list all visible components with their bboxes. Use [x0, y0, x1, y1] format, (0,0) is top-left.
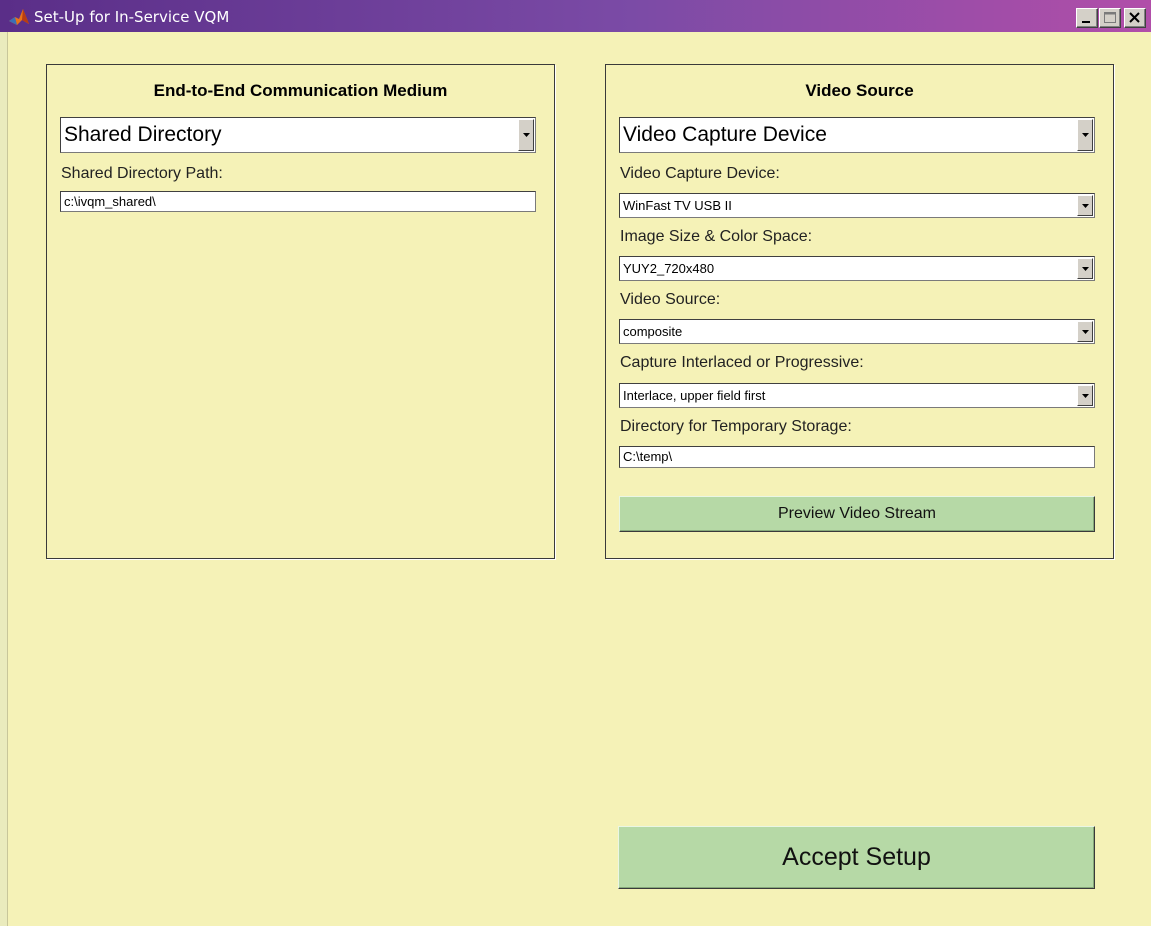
minimize-icon [1082, 21, 1090, 23]
title-bar[interactable]: Set-Up for In-Service VQM [0, 0, 1151, 32]
medium-select-value: Shared Directory [64, 123, 222, 146]
panel-title: End-to-End Communication Medium [153, 81, 448, 100]
medium-select[interactable]: Shared Directory [60, 117, 536, 153]
chevron-down-icon [1082, 393, 1089, 398]
maximize-icon [1104, 12, 1116, 23]
size-label: Image Size & Color Space: [620, 228, 813, 245]
dropdown-arrow-button[interactable] [1077, 385, 1093, 406]
window-title: Set-Up for In-Service VQM [34, 8, 230, 26]
preview-video-stream-button[interactable]: Preview Video Stream [619, 496, 1095, 532]
chevron-down-icon [523, 133, 530, 137]
window-edge [0, 32, 8, 926]
close-icon [1129, 12, 1140, 23]
chevron-down-icon [1082, 329, 1089, 334]
temp-directory-input[interactable]: C:\temp\ [619, 446, 1095, 468]
minimize-button[interactable] [1076, 8, 1098, 28]
chevron-down-icon [1082, 266, 1089, 271]
chevron-down-icon [1082, 203, 1089, 208]
close-button[interactable] [1124, 8, 1146, 28]
image-size-select[interactable]: YUY2_720x480 [619, 256, 1095, 281]
communication-medium-panel: End-to-End Communication Medium Shared D… [46, 64, 555, 559]
capture-device-value: WinFast TV USB II [623, 198, 732, 213]
chevron-down-icon [1082, 133, 1089, 137]
video-source-label: Video Source: [620, 291, 721, 308]
path-label: Shared Directory Path: [61, 165, 223, 182]
video-source-select[interactable]: composite [619, 319, 1095, 344]
source-select[interactable]: Video Capture Device [619, 117, 1095, 153]
dropdown-arrow-button[interactable] [518, 119, 534, 151]
interlace-select[interactable]: Interlace, upper field first [619, 383, 1095, 408]
capture-device-select[interactable]: WinFast TV USB II [619, 193, 1095, 218]
dropdown-arrow-button[interactable] [1077, 258, 1093, 279]
video-source-value: composite [623, 324, 683, 339]
panel-title: Video Source [805, 81, 914, 100]
device-label: Video Capture Device: [620, 165, 780, 182]
interlace-label: Capture Interlaced or Progressive: [620, 354, 864, 371]
accept-setup-button[interactable]: Accept Setup [618, 826, 1095, 889]
dropdown-arrow-button[interactable] [1077, 195, 1093, 216]
image-size-value: YUY2_720x480 [623, 261, 715, 276]
video-source-panel: Video Source Video Capture Device Video … [605, 64, 1114, 559]
temp-dir-label: Directory for Temporary Storage: [620, 418, 852, 435]
source-select-value: Video Capture Device [623, 123, 827, 146]
maximize-button[interactable] [1099, 8, 1121, 28]
matlab-logo-icon [8, 6, 30, 28]
interlace-value: Interlace, upper field first [623, 388, 766, 403]
dropdown-arrow-button[interactable] [1077, 321, 1093, 342]
dropdown-arrow-button[interactable] [1077, 119, 1093, 151]
shared-directory-path-input[interactable]: c:\ivqm_shared\ [60, 191, 536, 212]
